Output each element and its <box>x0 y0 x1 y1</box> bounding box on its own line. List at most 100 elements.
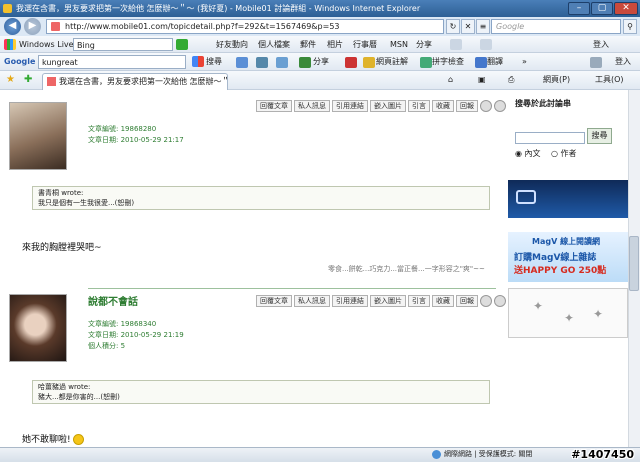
thumb-icon[interactable] <box>480 295 492 307</box>
thread-search-button[interactable]: 搜尋 <box>587 128 612 144</box>
print-icon[interactable]: ⎙ <box>508 71 514 88</box>
delete-icon[interactable] <box>494 295 506 307</box>
post-1-body: 來我的胸膛裡哭吧~ <box>22 243 102 253</box>
ad-stars-banner[interactable]: ✦ ✦ ✦ <box>508 288 628 338</box>
smiley-icon <box>73 434 85 445</box>
google-block-icon[interactable] <box>345 57 357 68</box>
radio-content[interactable]: ◉ 內文 <box>515 148 541 159</box>
tools-menu[interactable]: 工具(O) <box>595 71 624 88</box>
thread-search-input[interactable] <box>515 132 585 144</box>
refresh-icon[interactable]: ↻ <box>446 19 460 34</box>
back-button[interactable]: ◀ <box>4 18 21 35</box>
stop-icon[interactable]: ✕ <box>461 19 475 34</box>
google-translate-button[interactable]: 翻譯 <box>487 53 503 70</box>
wl-signin[interactable]: 登入 <box>593 36 609 53</box>
wl-item-mail[interactable]: 郵件 <box>300 36 316 53</box>
feeds-icon[interactable]: ▣ <box>478 71 486 88</box>
sidebar-title: 搜尋於此討論串 <box>515 99 571 108</box>
maximize-button[interactable]: ▢ <box>591 2 613 15</box>
wl-settings-icon[interactable] <box>480 39 492 50</box>
address-bar[interactable]: http://www.mobile01.com/topicdetail.php?… <box>46 19 444 34</box>
wl-item-calendar[interactable]: 行事曆 <box>353 36 377 53</box>
google-bookmark-icon[interactable] <box>256 57 268 68</box>
google-pagerank-icon <box>236 57 248 68</box>
rss-icon[interactable]: ≡ <box>476 19 490 34</box>
quote-author: 哈薑豬過 wrote: <box>38 383 91 391</box>
google-webnotes-button[interactable]: 網頁註解 <box>376 53 408 70</box>
favorites-star-icon[interactable]: ★ <box>6 71 15 88</box>
ad-magv-banner[interactable]: MagV 線上閱讀網 訂購MagV線上雜誌 送HAPPY GO 250點 <box>508 232 628 282</box>
webnotes-icon[interactable] <box>363 57 375 68</box>
spellcheck-icon[interactable] <box>420 57 432 68</box>
quote-link-button[interactable]: 引用連結 <box>332 100 368 112</box>
wl-item-msn[interactable]: MSN <box>390 36 408 53</box>
tab-active[interactable]: 我選在含書，男友要求把第一次給他 怎麼辦～＂～ <box>42 73 228 90</box>
bing-go-icon[interactable] <box>176 39 188 50</box>
post-divider <box>88 288 496 289</box>
thumb-icon[interactable] <box>480 100 492 112</box>
quote-button[interactable]: 引言 <box>408 295 430 307</box>
avatar[interactable] <box>9 294 67 362</box>
reply-button[interactable]: 回覆文章 <box>256 295 292 307</box>
close-button[interactable]: ✕ <box>614 2 638 15</box>
radio-content-label: 內文 <box>524 149 541 158</box>
post-2-username[interactable]: 說都不會話 <box>88 293 138 308</box>
status-bar: 網際網路 | 受保護模式: 關閉 <box>0 447 640 462</box>
wl-item-feed[interactable]: 好友動向 <box>216 36 248 53</box>
google-popup-icon[interactable] <box>276 57 288 68</box>
quote-button[interactable]: 引言 <box>408 100 430 112</box>
scrollbar-thumb[interactable] <box>629 236 639 291</box>
quote-text: 豬大...都是你害的...(恕刪) <box>38 393 120 401</box>
google-share-button[interactable]: 分享 <box>313 53 329 70</box>
google-spellcheck-button[interactable]: 拼字檢查 <box>432 53 464 70</box>
translate-icon[interactable] <box>475 57 487 68</box>
radio-author[interactable]: ○ 作者 <box>551 148 577 159</box>
post-1-actions: 回覆文章 私人訊息 引用連結 嵌入圖片 引言 收藏 回報 <box>256 100 506 112</box>
wl-item-photos[interactable]: 相片 <box>327 36 343 53</box>
search-input[interactable]: Google <box>491 19 621 34</box>
windows-live-icon <box>4 39 16 50</box>
wl-mail-icon[interactable] <box>450 39 462 50</box>
bing-search-input[interactable]: Bing <box>73 38 173 51</box>
favorite-button[interactable]: 收藏 <box>432 295 454 307</box>
embed-image-button[interactable]: 嵌入圖片 <box>370 295 406 307</box>
wl-item-profile[interactable]: 個人檔案 <box>258 36 290 53</box>
avatar[interactable] <box>9 102 67 170</box>
quote-author: 書青桐 wrote: <box>38 189 84 197</box>
reply-button[interactable]: 回覆文章 <box>256 100 292 112</box>
pm-button[interactable]: 私人訊息 <box>294 100 330 112</box>
tab-label: 我選在含書，男友要求把第一次給他 怎麼辦～＂～ <box>59 77 228 86</box>
google-search-input[interactable]: kungreat <box>38 55 186 69</box>
google-more-button[interactable]: » <box>522 53 527 70</box>
google-search-button[interactable]: 搜尋 <box>206 53 222 70</box>
pm-button[interactable]: 私人訊息 <box>294 295 330 307</box>
share-icon[interactable] <box>299 57 311 68</box>
post-1-quote: 書青桐 wrote: 我只是個有一生我很愛...(恕刪) <box>32 186 490 210</box>
tab-favicon <box>47 77 56 86</box>
delete-icon[interactable] <box>494 100 506 112</box>
post-2-body-text: 她不敢聊啦! <box>22 435 71 445</box>
report-button[interactable]: 回報 <box>456 100 478 112</box>
post-1-article-no: 文章編號: 19868280 <box>88 125 157 133</box>
ad-banner-dark[interactable] <box>508 180 628 218</box>
globe-icon <box>432 450 441 459</box>
quote-link-button[interactable]: 引用連結 <box>332 295 368 307</box>
google-settings-icon[interactable] <box>590 57 602 68</box>
search-icon[interactable]: ⚲ <box>623 19 637 34</box>
add-favorite-icon[interactable]: ✚ <box>24 71 32 88</box>
wl-item-share[interactable]: 分享 <box>416 36 432 53</box>
forward-button[interactable]: ▶ <box>24 18 41 35</box>
post-2-points: 個人積分: 5 <box>88 342 126 350</box>
home-icon[interactable]: ⌂ <box>448 71 453 88</box>
minimize-button[interactable]: – <box>568 2 590 15</box>
ie-icon <box>3 4 12 13</box>
report-button[interactable]: 回報 <box>456 295 478 307</box>
google-search-icon[interactable] <box>192 56 204 67</box>
favorite-button[interactable]: 收藏 <box>432 100 454 112</box>
embed-image-button[interactable]: 嵌入圖片 <box>370 100 406 112</box>
google-brand: Google <box>4 57 36 66</box>
windows-live-toolbar: Windows Live Bing 好友動向 個人檔案 郵件 相片 行事曆 MS… <box>0 36 640 53</box>
google-signin[interactable]: 登入 <box>615 53 631 70</box>
page-menu[interactable]: 網頁(P) <box>543 71 570 88</box>
post-2-article-date: 文章日期: 2010-05-29 21:19 <box>88 331 184 339</box>
